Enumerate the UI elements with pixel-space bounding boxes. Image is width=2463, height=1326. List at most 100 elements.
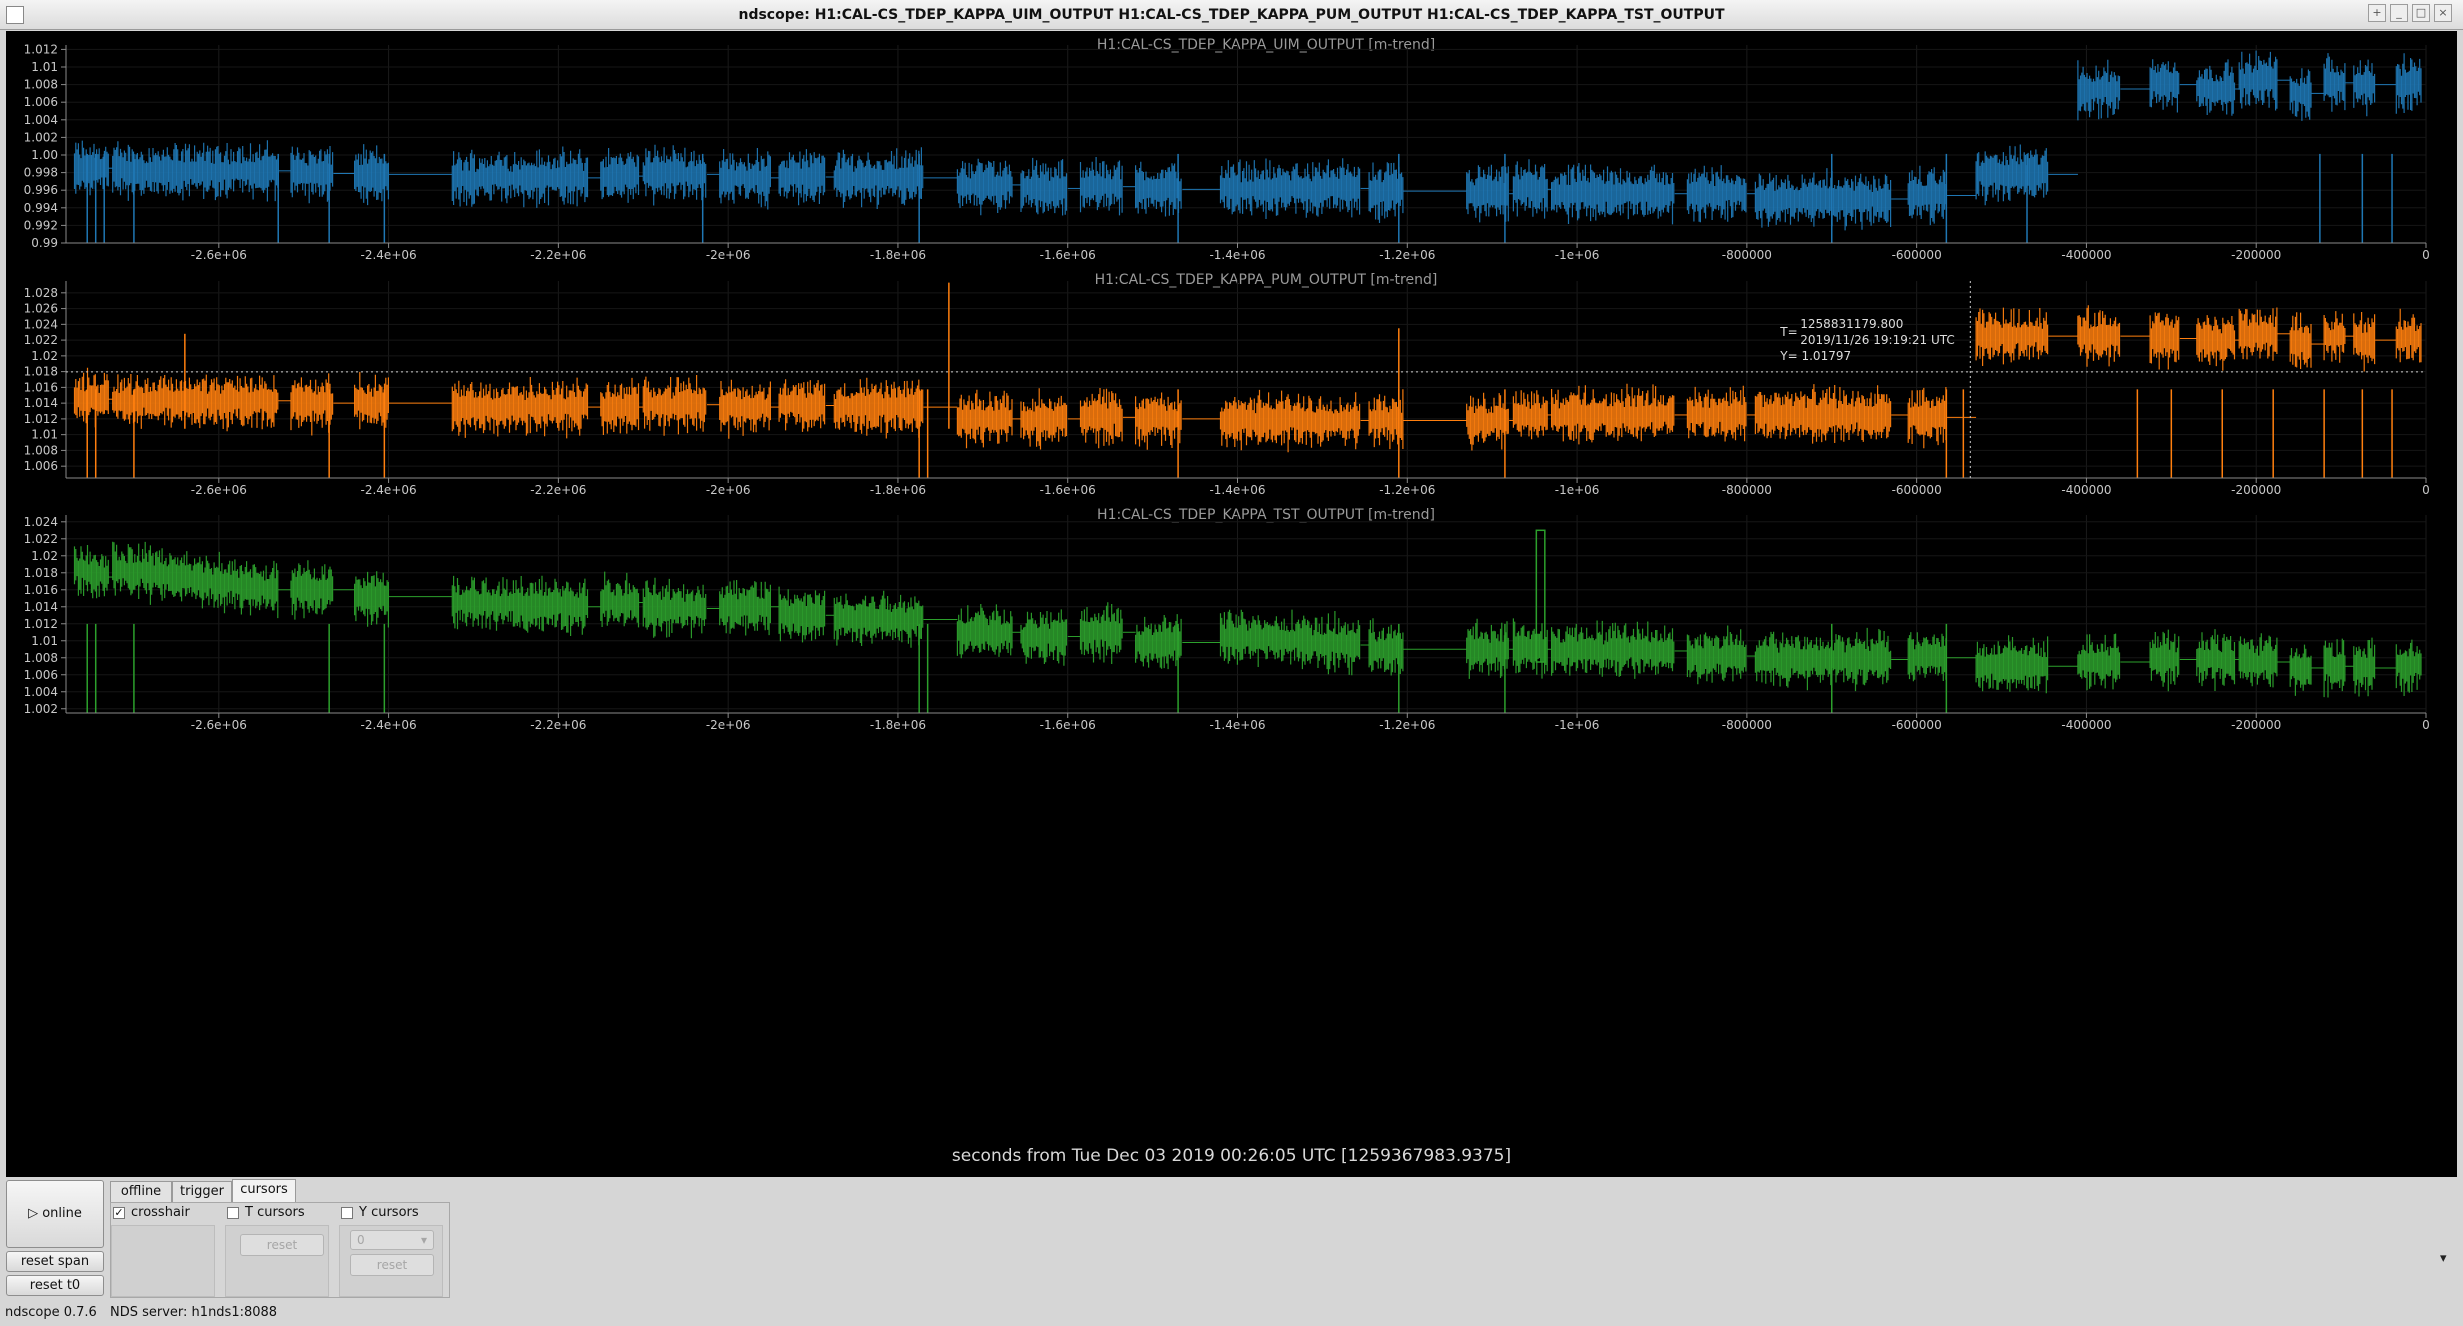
online-button[interactable]: ▷ online: [6, 1180, 104, 1248]
y-tick-label-1-3: 1.012: [24, 412, 58, 426]
x-tick-label-1-5: -1.6e+06: [1040, 483, 1096, 497]
y-cursors-checkbox[interactable]: [341, 1207, 353, 1219]
series-segment-1-6: [642, 375, 707, 436]
series-segment-0-19: [1686, 165, 1747, 223]
overflow-arrow-icon[interactable]: ▾: [2440, 1251, 2447, 1266]
series-segment-1-5: [600, 377, 640, 435]
crosshair-label: crosshair: [131, 1205, 190, 1220]
t-cursors-group: reset: [225, 1225, 329, 1297]
series-segment-0-4: [451, 146, 589, 208]
y-tick-label-2-8: 1.018: [24, 566, 58, 580]
reset-span-button[interactable]: reset span: [6, 1251, 104, 1272]
x-tick-label-1-13: 0: [2422, 483, 2430, 497]
x-tick-label-2-8: -1e+06: [1555, 718, 1600, 732]
series-segment-0-6: [642, 144, 707, 206]
y-tick-label-1-7: 1.02: [31, 349, 58, 363]
series-segment-2-3: [354, 571, 389, 628]
series-segment-2-13: [1135, 614, 1182, 670]
y-tick-label-0-1: 0.992: [24, 218, 58, 232]
series-segment-2-26: [2238, 633, 2278, 688]
series-segment-2-0: [73, 545, 109, 599]
series-segment-1-19: [1686, 385, 1747, 442]
cursors-panel: ✓ crosshair T cursors reset Y cursors 0 …: [110, 1202, 450, 1298]
t-cursors-checkbox[interactable]: [227, 1207, 239, 1219]
series-segment-1-23: [2077, 305, 2121, 367]
tab-cursors[interactable]: cursors: [232, 1179, 296, 1203]
x-tick-label-2-11: -400000: [2061, 718, 2111, 732]
x-tick-label-0-3: -2e+06: [706, 248, 751, 262]
series-segment-0-15: [1368, 162, 1404, 223]
y-tick-label-0-10: 1.01: [31, 60, 58, 74]
plot-title-2: H1:CAL-CS_TDEP_KAPPA_TST_OUTPUT [m-trend…: [1097, 507, 1435, 523]
pin-icon[interactable]: +: [2368, 4, 2386, 22]
window-title: ndscope: H1:CAL-CS_TDEP_KAPPA_UIM_OUTPUT…: [738, 7, 1725, 23]
ndscope-window: ndscope: H1:CAL-CS_TDEP_KAPPA_UIM_OUTPUT…: [0, 0, 2463, 1326]
y-cursors-reset-button[interactable]: reset: [350, 1254, 434, 1276]
series-segment-2-5: [600, 571, 640, 628]
version-label: ndscope 0.7.6: [5, 1305, 97, 1320]
y-tick-label-2-3: 1.008: [24, 651, 58, 665]
series-segment-2-4: [451, 575, 589, 636]
x-tick-label-2-1: -2.4e+06: [361, 718, 417, 732]
x-tick-label-2-3: -2e+06: [706, 718, 751, 732]
x-tick-label-0-6: -1.4e+06: [1209, 248, 1265, 262]
y-tick-label-2-10: 1.022: [24, 532, 58, 546]
series-segment-0-7: [719, 148, 771, 210]
x-tick-label-0-0: -2.6e+06: [191, 248, 247, 262]
y-cursors-select-value: 0: [357, 1233, 365, 1247]
series-segment-1-4: [451, 377, 589, 439]
t-cursors-label: T cursors: [245, 1205, 305, 1220]
series-segment-2-28: [2323, 638, 2346, 698]
y-tick-label-1-0: 1.006: [24, 459, 58, 473]
series-segment-2-14: [1219, 609, 1361, 676]
series-segment-1-18: [1551, 383, 1675, 445]
y-tick-label-0-2: 0.994: [24, 201, 58, 215]
series-segment-2-20: [1754, 627, 1892, 692]
series-segment-1-14: [1219, 389, 1361, 453]
series-segment-0-26: [2238, 50, 2278, 111]
x-tick-label-1-9: -800000: [1722, 483, 1772, 497]
y-tick-label-2-4: 1.01: [31, 634, 58, 648]
x-tick-label-1-1: -2.4e+06: [361, 483, 417, 497]
close-icon[interactable]: ×: [2434, 4, 2452, 22]
series-segment-2-10: [956, 604, 1013, 659]
y-tick-label-0-5: 1.00: [31, 148, 58, 162]
series-segment-2-30: [2395, 639, 2422, 696]
plots-svg[interactable]: H1:CAL-CS_TDEP_KAPPA_UIM_OUTPUT [m-trend…: [6, 31, 2457, 1177]
crosshair-t-date: 2019/11/26 19:19:21 UTC: [1800, 333, 1954, 347]
x-tick-label-1-3: -2e+06: [706, 483, 751, 497]
maximize-icon[interactable]: □: [2412, 4, 2430, 22]
x-tick-label-0-2: -2.2e+06: [530, 248, 586, 262]
series-segment-0-12: [1079, 157, 1123, 216]
x-tick-label-2-13: 0: [2422, 718, 2430, 732]
y-cursors-select[interactable]: 0 ▾: [350, 1230, 434, 1250]
y-tick-label-1-2: 1.01: [31, 428, 58, 442]
status-bar: ndscope 0.7.6 NDS server: h1nds1:8088: [0, 1300, 2463, 1326]
minimize-icon[interactable]: _: [2390, 4, 2408, 22]
y-tick-label-1-5: 1.016: [24, 380, 58, 394]
plot-title-0: H1:CAL-CS_TDEP_KAPPA_UIM_OUTPUT [m-trend…: [1097, 37, 1435, 53]
tab-offline[interactable]: offline: [110, 1181, 172, 1203]
x-tick-label-0-7: -1.2e+06: [1379, 248, 1435, 262]
x-tick-label-2-5: -1.6e+06: [1040, 718, 1096, 732]
series-segment-1-30: [2395, 308, 2422, 363]
crosshair-checkbox[interactable]: ✓: [113, 1207, 125, 1219]
plot-area[interactable]: H1:CAL-CS_TDEP_KAPPA_UIM_OUTPUT [m-trend…: [6, 31, 2457, 1177]
x-tick-label-0-9: -800000: [1722, 248, 1772, 262]
x-tick-label-2-12: -200000: [2231, 718, 2281, 732]
series-segment-1-21: [1907, 387, 1947, 449]
series-segment-0-3: [354, 144, 389, 206]
series-segment-2-17: [1512, 618, 1548, 679]
y-tick-label-0-3: 0.996: [24, 183, 58, 197]
series-segment-1-12: [1079, 388, 1123, 449]
series-segment-0-25: [2196, 59, 2236, 116]
y-tick-label-2-11: 1.024: [24, 515, 58, 529]
x-tick-label-2-6: -1.4e+06: [1209, 718, 1265, 732]
tab-trigger[interactable]: trigger: [172, 1181, 232, 1203]
series-segment-2-15: [1368, 618, 1404, 676]
t-cursors-reset-button[interactable]: reset: [240, 1234, 324, 1256]
reset-t0-button[interactable]: reset t0: [6, 1275, 104, 1296]
series-segment-2-23: [2077, 633, 2121, 691]
x-tick-label-2-9: -800000: [1722, 718, 1772, 732]
series-segment-1-29: [2353, 312, 2376, 372]
